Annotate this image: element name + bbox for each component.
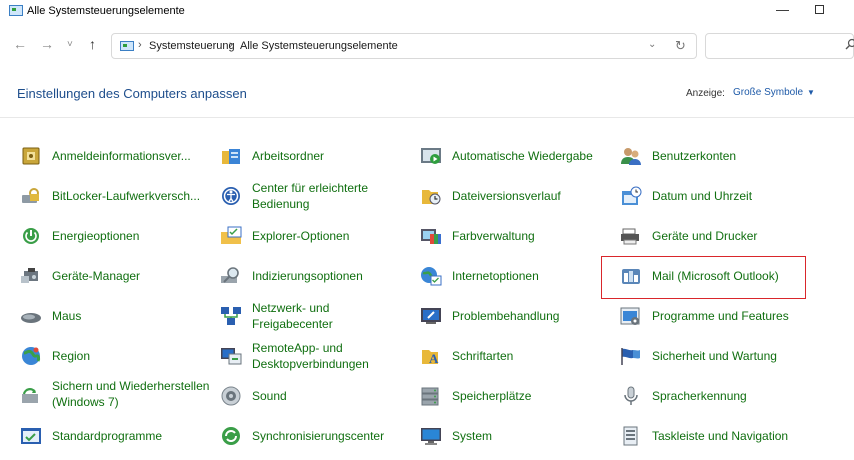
device-manager-icon	[21, 268, 38, 283]
address-bar[interactable]: › Systemsteuerung › Alle Systemsteuerung…	[111, 33, 697, 59]
navigation-bar: ← → ˅ ↑ › Systemsteuerung › Alle Systems…	[0, 30, 854, 62]
control-panel-icon	[9, 5, 23, 16]
item-network-sharing[interactable]: Netzwerk- und Freigabecenter	[220, 298, 410, 334]
window-title: Alle Systemsteuerungselemente	[27, 5, 185, 17]
item-programs-features[interactable]: Programme und Features	[620, 298, 810, 334]
refresh-icon[interactable]: ↻	[675, 38, 686, 54]
maximize-button[interactable]	[815, 5, 824, 14]
item-devices-printers[interactable]: Geräte und Drucker	[620, 218, 810, 254]
item-backup-restore[interactable]: Sichern und Wiederherstellen (Windows 7)	[20, 378, 210, 412]
search-box[interactable]	[705, 33, 854, 59]
indexing-options-icon	[221, 267, 239, 283]
file-history-icon	[422, 190, 441, 205]
address-dropdown-icon[interactable]: ⌄	[648, 39, 656, 50]
breadcrumb-all-items[interactable]: Alle Systemsteuerungselemente	[240, 40, 398, 52]
up-button[interactable]: ↑	[89, 36, 96, 52]
svg-text:A: A	[429, 351, 439, 366]
color-management-icon	[421, 229, 441, 244]
item-sound[interactable]: Sound	[220, 378, 410, 414]
item-autoplay[interactable]: Automatische Wiedergabe	[420, 138, 610, 174]
item-power-options[interactable]: Energieoptionen	[20, 218, 210, 254]
item-mouse[interactable]: Maus	[20, 298, 210, 334]
item-default-programs[interactable]: Standardprogramme	[20, 418, 210, 454]
item-explorer-options[interactable]: Explorer-Optionen	[220, 218, 410, 254]
date-time-icon	[622, 186, 642, 205]
item-storage-spaces[interactable]: Speicherplätze	[420, 378, 610, 414]
power-options-icon	[23, 228, 39, 244]
view-mode-value: Große Symbole	[733, 87, 804, 98]
ease-of-access-icon	[222, 187, 240, 205]
search-icon[interactable]	[845, 38, 854, 53]
internet-options-icon	[421, 267, 442, 286]
item-file-history[interactable]: Dateiversionsverlauf	[420, 178, 610, 214]
item-security-maintenance[interactable]: Sicherheit und Wartung	[620, 338, 810, 374]
item-taskbar-navigation[interactable]: Taskleiste und Navigation	[620, 418, 810, 454]
item-ease-of-access[interactable]: Center für erleichterte Bedienung	[220, 178, 410, 214]
autoplay-icon	[421, 148, 441, 164]
item-system[interactable]: System	[420, 418, 610, 454]
item-internet-options[interactable]: Internetoptionen	[420, 258, 610, 294]
fonts-icon: A	[422, 350, 439, 366]
item-sync-center[interactable]: Synchronisierungscenter	[220, 418, 410, 454]
bitlocker-icon	[22, 188, 39, 203]
sync-center-icon	[222, 427, 240, 445]
credential-manager-icon	[22, 147, 40, 165]
selection-highlight	[601, 256, 806, 299]
default-programs-icon	[21, 428, 41, 444]
item-work-folders[interactable]: Arbeitsordner	[220, 138, 410, 174]
page-title: Einstellungen des Computers anpassen	[17, 86, 247, 101]
item-fonts[interactable]: A Schriftarten	[420, 338, 610, 374]
breadcrumb-systemsteuerung[interactable]: Systemsteuerung	[149, 40, 235, 52]
item-date-time[interactable]: Datum und Uhrzeit	[620, 178, 810, 214]
explorer-options-icon	[221, 226, 242, 244]
recent-locations-button[interactable]: ˅	[67, 39, 73, 50]
item-remoteapp[interactable]: RemoteApp- und Desktopverbindungen	[220, 338, 410, 374]
system-icon	[421, 428, 441, 445]
breadcrumb-separator: ›	[138, 39, 142, 51]
work-folders-icon	[222, 149, 240, 164]
region-icon	[22, 347, 41, 365]
network-sharing-icon	[221, 307, 241, 325]
item-credential-manager[interactable]: Anmeldeinformationsver...	[20, 138, 210, 174]
item-region[interactable]: Region	[20, 338, 210, 374]
view-label: Anzeige:	[686, 88, 725, 99]
item-device-manager[interactable]: Geräte-Manager	[20, 258, 210, 294]
item-speech-recognition[interactable]: Spracherkennung	[620, 378, 810, 414]
remoteapp-icon	[221, 348, 242, 365]
forward-button[interactable]: →	[40, 36, 54, 52]
item-bitlocker[interactable]: BitLocker-Laufwerkversch...	[20, 178, 210, 214]
programs-features-icon	[620, 307, 640, 325]
user-accounts-icon	[621, 148, 641, 165]
item-indexing-options[interactable]: Indizierungsoptionen	[220, 258, 410, 294]
minimize-button[interactable]: —	[776, 2, 789, 17]
control-panel-icon	[120, 41, 134, 51]
chevron-down-icon: ▼	[807, 88, 815, 97]
devices-printers-icon	[621, 228, 639, 245]
back-button[interactable]: ←	[13, 36, 27, 52]
sound-icon	[221, 386, 241, 406]
storage-spaces-icon	[421, 387, 439, 406]
troubleshooting-icon	[421, 308, 441, 324]
backup-restore-icon	[22, 388, 38, 403]
breadcrumb-separator: ›	[229, 39, 233, 51]
view-mode-dropdown[interactable]: Große Symbole ▼	[733, 87, 815, 98]
speech-recognition-icon	[624, 386, 638, 405]
divider	[0, 117, 854, 118]
mouse-icon	[21, 313, 41, 323]
item-user-accounts[interactable]: Benutzerkonten	[620, 138, 810, 174]
item-color-management[interactable]: Farbverwaltung	[420, 218, 610, 254]
title-bar: Alle Systemsteuerungselemente —	[0, 0, 854, 26]
security-maintenance-icon	[621, 348, 640, 365]
item-troubleshooting[interactable]: Problembehandlung	[420, 298, 610, 334]
taskbar-navigation-icon	[623, 426, 638, 446]
